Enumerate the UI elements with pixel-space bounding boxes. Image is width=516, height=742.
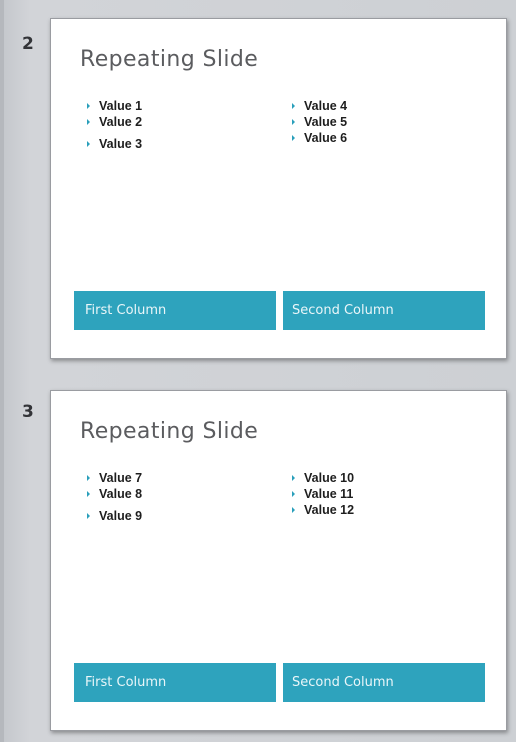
list-item: Value 6 — [292, 130, 347, 146]
list-item: Value 12 — [292, 502, 354, 518]
list-item: Value 9 — [87, 508, 142, 524]
bullet-text: Value 2 — [99, 115, 143, 129]
bullet-arrow-icon — [292, 507, 295, 513]
bullet-arrow-icon — [292, 103, 295, 109]
footer-second-column: Second Column — [283, 291, 485, 330]
footer-first-column: First Column — [74, 663, 276, 702]
bullet-text: Value 6 — [304, 131, 348, 145]
bullet-list-right: Value 10 Value 11 Value 12 — [292, 470, 354, 518]
bullet-text: Value 5 — [304, 115, 348, 129]
slide-title: Repeating Slide — [80, 419, 259, 444]
bullet-arrow-icon — [292, 491, 295, 497]
bullet-text: Value 3 — [99, 137, 143, 151]
list-item: Value 4 — [292, 98, 347, 114]
bullet-list-right: Value 4 Value 5 Value 6 — [292, 98, 347, 146]
slide-preview[interactable]: Repeating Slide Value 7 Value 8 Value 9 … — [50, 390, 507, 731]
bullet-text: Value 11 — [304, 487, 354, 501]
list-item: Value 5 — [292, 114, 347, 130]
bullet-text: Value 8 — [99, 487, 143, 501]
bullet-arrow-icon — [87, 475, 90, 481]
list-item: Value 10 — [292, 470, 354, 486]
bullet-arrow-icon — [87, 141, 90, 147]
bullet-text: Value 10 — [304, 471, 355, 485]
bullet-arrow-icon — [292, 135, 295, 141]
slide-number: 3 — [22, 402, 34, 422]
list-item: Value 2 — [87, 114, 142, 130]
slide-thumbnail-pane[interactable]: 2 Repeating Slide Value 1 Value 2 Value … — [0, 0, 516, 742]
slide-preview[interactable]: Repeating Slide Value 1 Value 2 Value 3 … — [50, 18, 507, 359]
bullet-text: Value 4 — [304, 99, 348, 113]
bullet-list-left: Value 1 Value 2 Value 3 — [87, 98, 142, 152]
list-item: Value 8 — [87, 486, 142, 502]
bullet-text: Value 12 — [304, 503, 355, 517]
bullet-list-left: Value 7 Value 8 Value 9 — [87, 470, 142, 524]
slide-title: Repeating Slide — [80, 47, 259, 72]
bullet-arrow-icon — [87, 513, 90, 519]
list-item: Value 3 — [87, 136, 142, 152]
footer-second-column: Second Column — [283, 663, 485, 702]
list-item: Value 1 — [87, 98, 142, 114]
bullet-text: Value 7 — [99, 471, 143, 485]
pane-edge — [0, 0, 4, 742]
bullet-arrow-icon — [292, 475, 295, 481]
bullet-text: Value 9 — [99, 509, 143, 523]
bullet-arrow-icon — [292, 119, 295, 125]
bullet-arrow-icon — [87, 491, 90, 497]
bullet-arrow-icon — [87, 103, 90, 109]
list-item: Value 11 — [292, 486, 354, 502]
bullet-arrow-icon — [87, 119, 90, 125]
footer-first-column: First Column — [74, 291, 276, 330]
bullet-text: Value 1 — [99, 99, 143, 113]
list-item: Value 7 — [87, 470, 142, 486]
slide-number: 2 — [22, 34, 34, 54]
